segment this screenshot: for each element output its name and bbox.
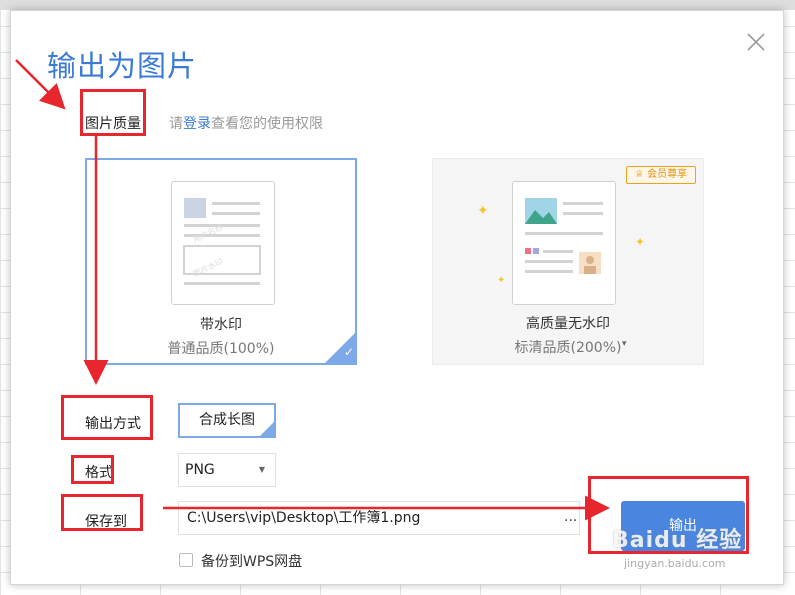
quality-option-sub: 普通品质(100%) [167, 341, 275, 357]
sparkle-icon: ✦ [477, 203, 489, 219]
svg-text:图片水印: 图片水印 [191, 256, 224, 279]
annotation-box-format [71, 455, 114, 484]
annotation-box-quality [80, 89, 146, 136]
baidu-watermark: Baidu 经验 [612, 528, 743, 553]
mode-long-image-button[interactable]: 合成长图 [178, 403, 276, 438]
mode-value: 合成长图 [199, 412, 255, 428]
vip-badge: ♕ 会员尊享 [626, 166, 696, 184]
quality-option-no-watermark[interactable]: ♕ 会员尊享 ✦ ✦ ✦ 高质量无水印 标清品质(200%) ▾ [432, 158, 704, 365]
backup-checkbox[interactable] [179, 553, 193, 567]
sparkle-icon: ✦ [497, 275, 506, 286]
login-hint: 请登录查看您的使用权限 [169, 116, 323, 132]
quality-option-name: 高质量无水印 [526, 316, 610, 332]
spreadsheet-header-strip [0, 0, 795, 10]
save-path-input[interactable]: C:\Users\vip\Desktop\工作簿1.png [178, 501, 580, 535]
selected-check-icon [258, 420, 276, 438]
close-icon[interactable] [745, 31, 767, 53]
quality-option-sub: 标清品质(200%) [514, 340, 622, 356]
dialog-title: 输出为图片 [47, 49, 198, 83]
annotation-box-output-mode [61, 395, 153, 440]
chevron-down-icon: ▼ [258, 465, 265, 474]
format-select[interactable]: PNG ▼ [178, 453, 276, 487]
quality-option-name: 带水印 [200, 317, 242, 333]
selected-check-icon: ✓ [323, 331, 357, 365]
annotation-box-save-to [61, 494, 143, 531]
baidu-watermark-url: jingyan.baidu.com [624, 557, 726, 570]
quality-option-watermark[interactable]: 用户名称 图片水印 带水印 普通品质(100%) ✓ [85, 158, 357, 365]
chevron-down-icon[interactable]: ▾ [622, 339, 627, 349]
hd-document-preview [512, 181, 616, 305]
browse-button[interactable]: ... [564, 501, 577, 533]
backup-label: 备份到WPS网盘 [201, 554, 303, 570]
sparkle-icon: ✦ [635, 235, 646, 249]
login-link[interactable]: 登录 [183, 116, 211, 132]
format-value: PNG [185, 462, 215, 478]
watermark-document-preview: 用户名称 图片水印 [171, 181, 275, 305]
